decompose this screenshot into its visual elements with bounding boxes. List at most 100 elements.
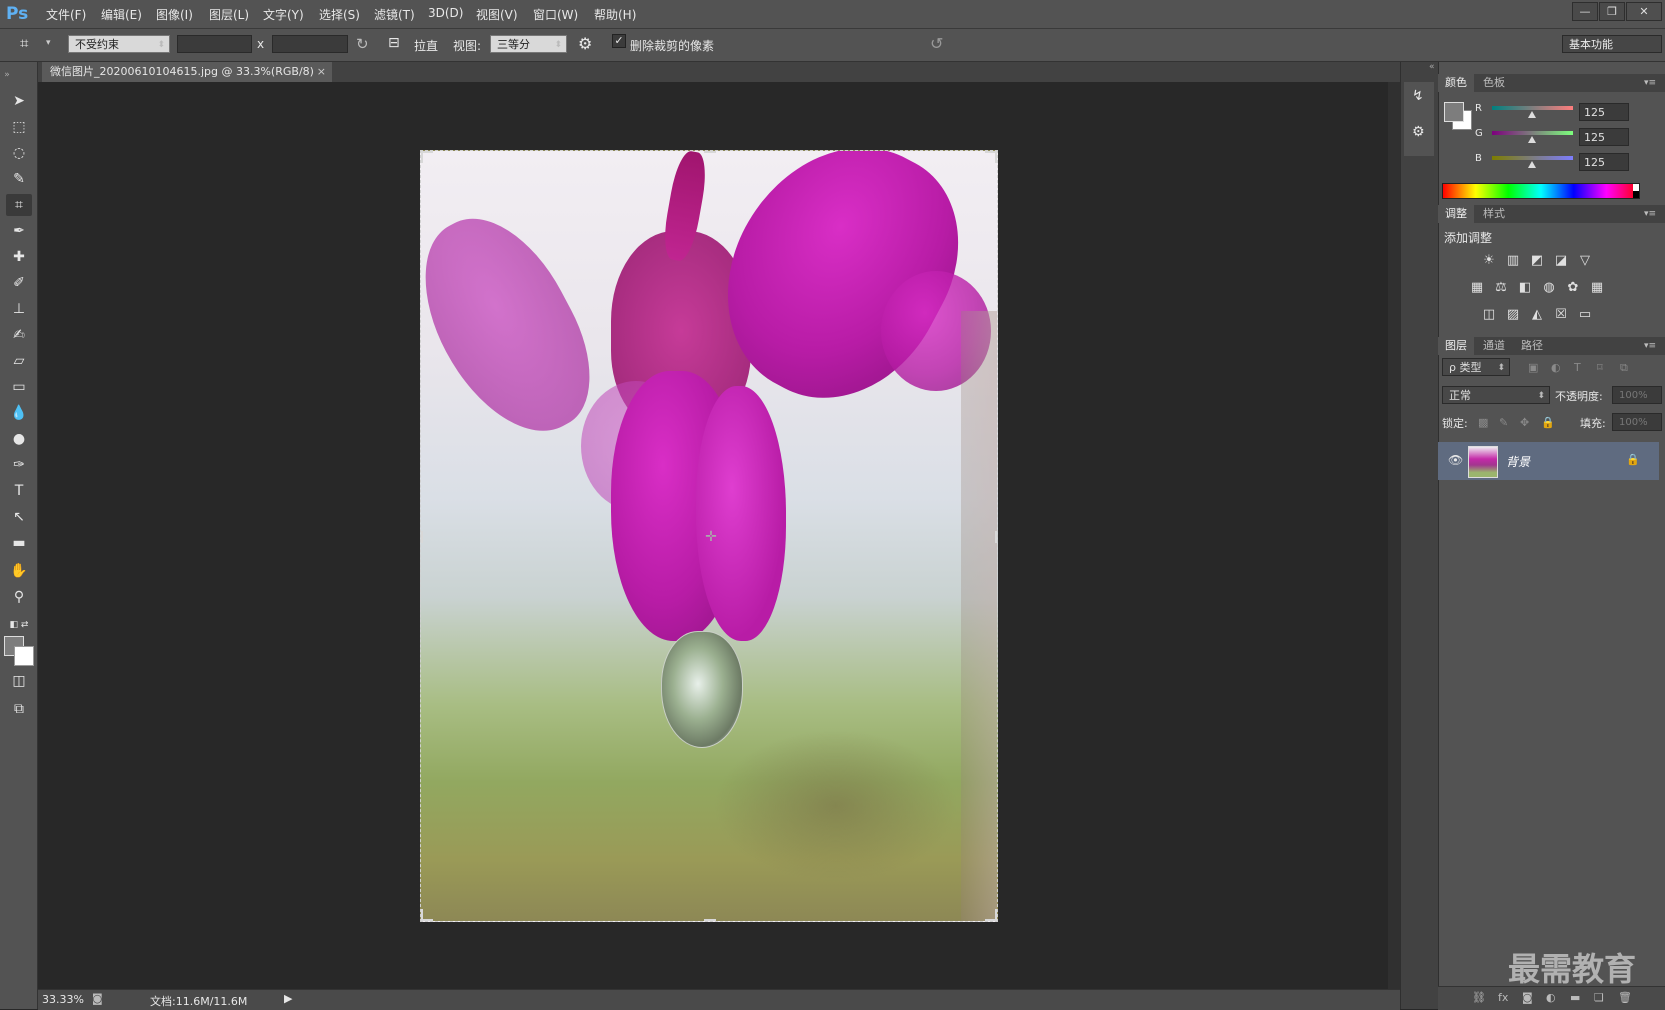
brightness-contrast-icon[interactable]: ☀ bbox=[1480, 253, 1498, 269]
filter-adjustment-icon[interactable]: ◐ bbox=[1551, 361, 1561, 374]
layer-style-fx-icon[interactable]: fx bbox=[1498, 991, 1508, 1004]
canvas-vertical-scrollbar[interactable] bbox=[1388, 82, 1400, 989]
green-slider-track[interactable] bbox=[1492, 131, 1573, 135]
healing-brush-tool-icon[interactable]: ✚ bbox=[6, 246, 32, 268]
layer-filter-select[interactable]: ρ 类型 ⬍ bbox=[1442, 358, 1510, 376]
menu-view[interactable]: 视图(V) bbox=[476, 6, 518, 23]
lasso-tool-icon[interactable]: ◌ bbox=[6, 142, 32, 164]
crop-height-input[interactable] bbox=[272, 35, 348, 53]
menu-type[interactable]: 文字(Y) bbox=[263, 6, 304, 23]
gradient-map-icon[interactable]: ▭ bbox=[1576, 307, 1594, 323]
green-value-input[interactable]: 125 bbox=[1579, 128, 1629, 146]
new-layer-icon[interactable]: ❏ bbox=[1594, 991, 1604, 1004]
crop-width-input[interactable] bbox=[177, 35, 252, 53]
invert-icon[interactable]: ◫ bbox=[1480, 307, 1498, 323]
crop-handle-tr-v[interactable] bbox=[995, 151, 997, 163]
view-overlay-select[interactable]: 三等分 ⬍ bbox=[490, 35, 567, 53]
crop-tool-icon[interactable]: ⌗ bbox=[6, 194, 32, 216]
eyedropper-tool-icon[interactable]: ✒ bbox=[6, 220, 32, 242]
opacity-input[interactable]: 100% bbox=[1612, 386, 1662, 404]
filter-shape-icon[interactable]: ⌑ bbox=[1597, 361, 1603, 374]
panel-menu-icon[interactable]: ▾≡ bbox=[1644, 337, 1656, 355]
red-slider-thumb[interactable] bbox=[1527, 111, 1536, 118]
preset-dropdown-icon[interactable]: ▾ bbox=[46, 38, 51, 48]
dodge-tool-icon[interactable]: ● bbox=[6, 428, 32, 450]
menu-image[interactable]: 图像(I) bbox=[156, 6, 193, 23]
quick-selection-tool-icon[interactable]: ✎ bbox=[6, 168, 32, 190]
eraser-tool-icon[interactable]: ▱ bbox=[6, 350, 32, 372]
delete-cropped-checkbox[interactable]: ✓ bbox=[612, 34, 626, 48]
properties-panel-icon[interactable]: ⚙ bbox=[1412, 124, 1425, 140]
blue-value-input[interactable]: 125 bbox=[1579, 153, 1629, 171]
crop-handle-left[interactable] bbox=[421, 531, 423, 543]
rectangle-tool-icon[interactable]: ▬ bbox=[6, 532, 32, 554]
color-spectrum-ramp[interactable] bbox=[1442, 183, 1640, 199]
zoom-tool-icon[interactable]: ⚲ bbox=[6, 586, 32, 608]
levels-icon[interactable]: ▥ bbox=[1504, 253, 1522, 269]
filter-pixel-icon[interactable]: ▣ bbox=[1528, 361, 1538, 374]
close-tab-icon[interactable]: × bbox=[317, 62, 326, 82]
black-white-icon[interactable]: ◧ bbox=[1516, 280, 1534, 296]
history-brush-tool-icon[interactable]: ✍ bbox=[6, 324, 32, 346]
tab-layers[interactable]: 图层 bbox=[1438, 337, 1474, 355]
tab-swatches[interactable]: 色板 bbox=[1476, 74, 1512, 92]
vibrance-icon[interactable]: ▽ bbox=[1576, 253, 1594, 269]
close-button[interactable]: ✕ bbox=[1626, 2, 1662, 21]
gradient-tool-icon[interactable]: ▭ bbox=[6, 376, 32, 398]
clone-stamp-tool-icon[interactable]: ⊥ bbox=[6, 298, 32, 320]
color-panel-foreground-swatch[interactable] bbox=[1444, 102, 1464, 122]
menu-layer[interactable]: 图层(L) bbox=[209, 6, 249, 23]
lock-transparent-icon[interactable]: ▩ bbox=[1478, 416, 1488, 429]
crop-handle-top[interactable] bbox=[704, 151, 716, 153]
delete-layer-icon[interactable]: 🗑 bbox=[1618, 991, 1632, 1004]
red-slider-track[interactable] bbox=[1492, 106, 1573, 110]
lock-all-icon[interactable]: 🔒 bbox=[1541, 416, 1555, 429]
tab-adjustments[interactable]: 调整 bbox=[1438, 205, 1474, 223]
collapse-panels-icon[interactable]: « bbox=[1429, 62, 1435, 72]
hand-tool-icon[interactable]: ✋ bbox=[6, 560, 32, 582]
filter-smart-object-icon[interactable]: ⧉ bbox=[1620, 361, 1628, 375]
gear-icon[interactable]: ⚙ bbox=[578, 34, 592, 53]
restore-button[interactable]: ❐ bbox=[1599, 2, 1625, 21]
color-balance-icon[interactable]: ⚖ bbox=[1492, 280, 1510, 296]
blue-slider-thumb[interactable] bbox=[1527, 161, 1536, 168]
channel-mixer-icon[interactable]: ✿ bbox=[1564, 280, 1582, 296]
new-group-icon[interactable]: ▬ bbox=[1570, 991, 1580, 1004]
new-adjustment-layer-icon[interactable]: ◐ bbox=[1546, 991, 1556, 1004]
menu-3d[interactable]: 3D(D) bbox=[428, 6, 463, 20]
type-tool-icon[interactable]: T bbox=[6, 480, 32, 502]
layer-row-background[interactable]: 👁 背景 🔒 bbox=[1438, 442, 1659, 480]
green-slider-thumb[interactable] bbox=[1527, 136, 1536, 143]
marquee-tool-icon[interactable]: ⬚ bbox=[6, 116, 32, 138]
eye-visibility-icon[interactable]: 👁 bbox=[1448, 453, 1463, 467]
black-swatch[interactable] bbox=[1633, 191, 1639, 198]
menu-file[interactable]: 文件(F) bbox=[46, 6, 86, 23]
photo-filter-icon[interactable]: ◍ bbox=[1540, 280, 1558, 296]
blur-tool-icon[interactable]: 💧 bbox=[6, 402, 32, 424]
crop-handle-bl-v[interactable] bbox=[421, 909, 423, 921]
straighten-icon[interactable]: ⊟ bbox=[388, 35, 400, 51]
layer-name[interactable]: 背景 bbox=[1506, 453, 1530, 470]
menu-window[interactable]: 窗口(W) bbox=[533, 6, 578, 23]
path-selection-tool-icon[interactable]: ↖ bbox=[6, 506, 32, 528]
filter-type-icon[interactable]: T bbox=[1574, 361, 1581, 374]
lock-position-icon[interactable]: ✥ bbox=[1520, 416, 1529, 429]
threshold-icon[interactable]: ◭ bbox=[1528, 307, 1546, 323]
tab-paths[interactable]: 路径 bbox=[1514, 337, 1550, 355]
move-tool-icon[interactable]: ➤ bbox=[6, 90, 32, 112]
menu-filter[interactable]: 滤镜(T) bbox=[374, 6, 415, 23]
selective-color-icon[interactable]: ☒ bbox=[1552, 307, 1570, 323]
posterize-icon[interactable]: ▨ bbox=[1504, 307, 1522, 323]
panel-menu-icon[interactable]: ▾≡ bbox=[1644, 205, 1656, 223]
tab-color[interactable]: 颜色 bbox=[1438, 74, 1474, 92]
fill-input[interactable]: 100% bbox=[1612, 413, 1662, 431]
lock-image-icon[interactable]: ✎ bbox=[1499, 416, 1508, 429]
blue-slider-track[interactable] bbox=[1492, 156, 1573, 160]
status-menu-arrow-icon[interactable]: ▶ bbox=[284, 992, 292, 1005]
crop-tool-preset-icon[interactable]: ⌗ bbox=[20, 34, 28, 52]
blend-mode-select[interactable]: 正常 ⬍ bbox=[1442, 386, 1550, 404]
default-colors-icon[interactable]: ◧ ⇄ bbox=[6, 614, 32, 636]
swap-rotate-icon[interactable]: ↻ bbox=[356, 35, 369, 53]
pen-tool-icon[interactable]: ✑ bbox=[6, 454, 32, 476]
add-mask-icon[interactable]: ◙ bbox=[1522, 991, 1533, 1004]
